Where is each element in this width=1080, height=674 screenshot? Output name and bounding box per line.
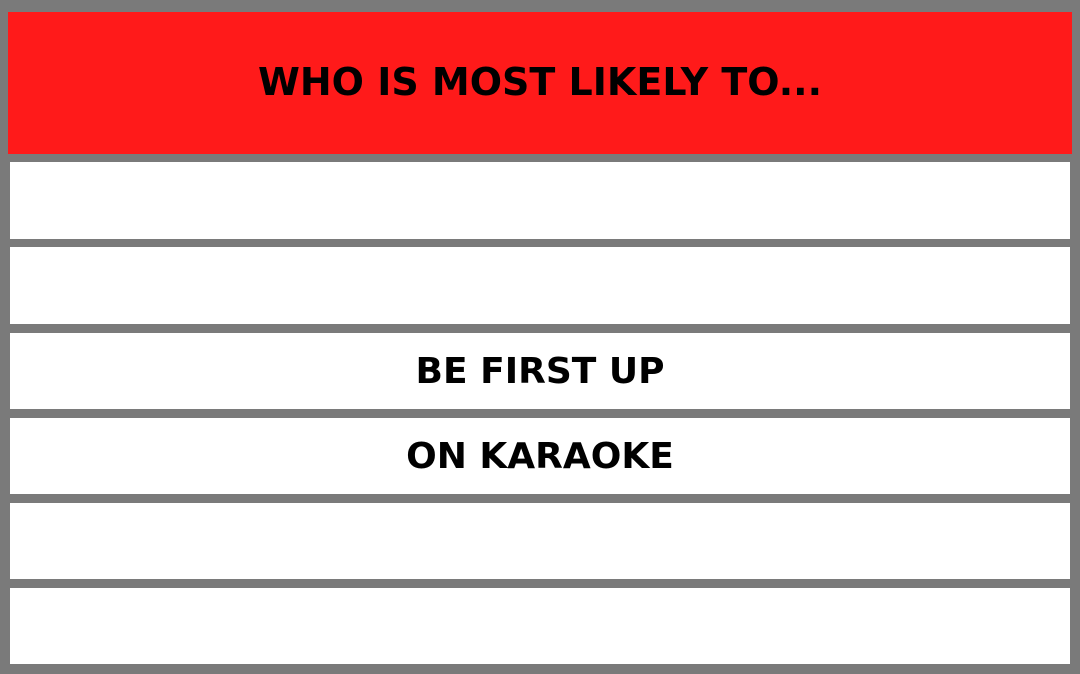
line-row-3: BE FIRST UP [10,333,1070,409]
game-card: WHO IS MOST LIKELY TO... BE FIRST UP ON … [0,0,1080,674]
card-title: WHO IS MOST LIKELY TO... [257,60,823,104]
line-row-6 [10,588,1070,664]
line-row-4: ON KARAOKE [10,418,1070,494]
line-row-5 [10,503,1070,579]
line-text-3: BE FIRST UP [415,350,665,392]
line-text-4: ON KARAOKE [406,435,674,477]
line-row-1 [10,162,1070,239]
card-header: WHO IS MOST LIKELY TO... [8,12,1072,154]
line-row-2 [10,247,1070,324]
